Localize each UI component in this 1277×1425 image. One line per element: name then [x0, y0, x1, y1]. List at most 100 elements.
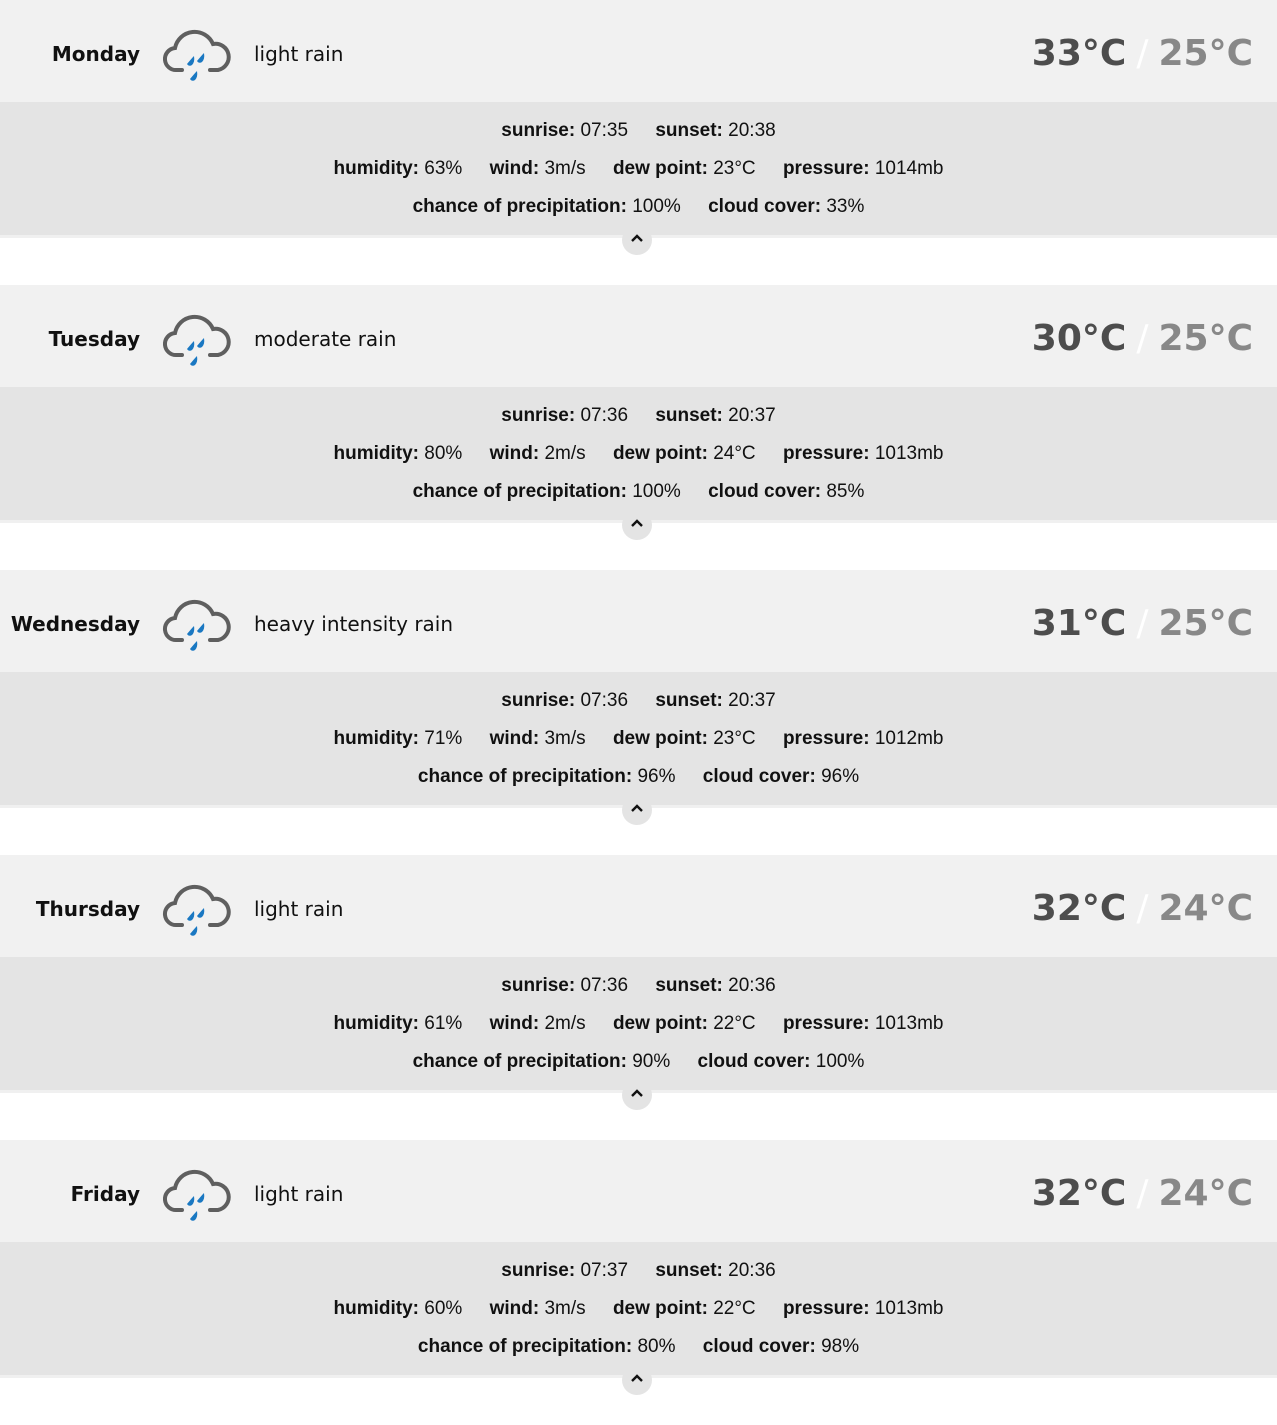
cloud-cover: cloud cover: 98%: [703, 1336, 859, 1358]
dew-point: dew point: 22°C: [613, 1298, 756, 1320]
sunrise: sunrise: 07:35: [501, 120, 628, 142]
dew-point: dew point: 22°C: [613, 1013, 756, 1035]
pressure-value: 1013mb: [874, 1013, 944, 1034]
wind-value: 3m/s: [544, 728, 586, 749]
day-forecast: Thursday light rain 32°C/24°C sunrise: 0…: [0, 855, 1277, 1140]
wind-value: 3m/s: [544, 1298, 586, 1319]
sunrise-value: 07:36: [580, 975, 629, 996]
pressure-label: pressure:: [782, 158, 870, 179]
collapse-details-button[interactable]: [622, 795, 652, 825]
precipitation: chance of precipitation: 100%: [413, 481, 681, 503]
sunset: sunset: 20:36: [655, 1260, 775, 1282]
pressure-value: 1014mb: [874, 158, 944, 179]
day-header[interactable]: Thursday light rain 32°C/24°C: [0, 855, 1277, 957]
day-name: Tuesday: [48, 327, 140, 351]
conditions-row: humidity: 63% wind: 3m/s dew point: 23°C…: [0, 158, 1277, 180]
low-temperature: 25°C: [1158, 318, 1253, 359]
pressure-label: pressure:: [782, 443, 870, 464]
dew-point-label: dew point:: [612, 1298, 708, 1319]
wind-value: 2m/s: [544, 443, 586, 464]
dew-point-value: 22°C: [713, 1013, 756, 1034]
pressure-label: pressure:: [782, 1013, 870, 1034]
wind: wind: 3m/s: [490, 728, 586, 750]
precipitation-label: chance of precipitation:: [412, 196, 627, 217]
sun-times-row: sunrise: 07:36 sunset: 20:36: [0, 975, 1277, 997]
weather-description: light rain: [254, 897, 344, 921]
precipitation-value: 100%: [632, 481, 681, 502]
cloud-rain-icon: [162, 314, 231, 366]
day-header[interactable]: Wednesday heavy intensity rain 31°C/25°C: [0, 570, 1277, 672]
cloud-cover-value: 100%: [815, 1051, 865, 1072]
precipitation: chance of precipitation: 96%: [418, 766, 676, 788]
pressure: pressure: 1014mb: [783, 158, 944, 180]
cloud-cover: cloud cover: 96%: [703, 766, 859, 788]
humidity-value: 71%: [424, 728, 463, 749]
high-temperature: 33°C: [1031, 33, 1127, 74]
sunset-label: sunset:: [655, 975, 723, 996]
humidity-value: 60%: [424, 1298, 463, 1319]
chevron-up-icon: [631, 1374, 643, 1382]
day-forecast: Monday light rain 33°C/25°C sunrise: 07:…: [0, 0, 1277, 285]
precipitation-label: chance of precipitation:: [412, 1051, 627, 1072]
humidity-label: humidity:: [333, 443, 419, 464]
high-temperature: 32°C: [1031, 888, 1127, 929]
sunset: sunset: 20:37: [655, 405, 775, 427]
conditions-row: humidity: 71% wind: 3m/s dew point: 23°C…: [0, 728, 1277, 750]
sun-times-row: sunrise: 07:35 sunset: 20:38: [0, 120, 1277, 142]
sunrise-value: 07:37: [580, 1260, 629, 1281]
sunset-label: sunset:: [655, 405, 723, 426]
sunset-label: sunset:: [655, 1260, 723, 1281]
temperature-separator: /: [1136, 603, 1149, 644]
cloud-cover-label: cloud cover:: [702, 766, 816, 787]
humidity-value: 80%: [424, 443, 463, 464]
collapse-details-button[interactable]: [622, 1365, 652, 1395]
day-name: Thursday: [35, 897, 140, 921]
wind-label: wind:: [489, 1298, 540, 1319]
sun-times-row: sunrise: 07:36 sunset: 20:37: [0, 690, 1277, 712]
day-name: Friday: [70, 1182, 140, 1206]
pressure: pressure: 1013mb: [783, 1298, 944, 1320]
sunrise: sunrise: 07:36: [501, 405, 628, 427]
sun-times-row: sunrise: 07:36 sunset: 20:37: [0, 405, 1277, 427]
cloud-cover-value: 98%: [821, 1336, 860, 1357]
precipitation: chance of precipitation: 90%: [413, 1051, 671, 1073]
conditions-row: humidity: 60% wind: 3m/s dew point: 22°C…: [0, 1298, 1277, 1320]
humidity: humidity: 63%: [333, 158, 462, 180]
sunrise: sunrise: 07:37: [501, 1260, 628, 1282]
humidity-label: humidity:: [333, 158, 419, 179]
precipitation: chance of precipitation: 80%: [418, 1336, 676, 1358]
temperature-range: 32°C/24°C: [1032, 855, 1253, 957]
collapse-details-button[interactable]: [622, 510, 652, 540]
temperature-range: 33°C/25°C: [1032, 0, 1253, 102]
dew-point-value: 24°C: [713, 443, 756, 464]
pressure-label: pressure:: [782, 728, 870, 749]
cloud-cover-label: cloud cover:: [708, 481, 822, 502]
day-header[interactable]: Friday light rain 32°C/24°C: [0, 1140, 1277, 1242]
pressure-label: pressure:: [782, 1298, 870, 1319]
precipitation-row: chance of precipitation: 96% cloud cover…: [0, 766, 1277, 788]
wind-label: wind:: [489, 158, 540, 179]
sunrise-label: sunrise:: [501, 690, 576, 711]
precipitation-value: 80%: [637, 1336, 676, 1357]
collapse-details-button[interactable]: [622, 1080, 652, 1110]
day-header[interactable]: Tuesday moderate rain 30°C/25°C: [0, 285, 1277, 387]
low-temperature: 25°C: [1158, 603, 1253, 644]
wind: wind: 2m/s: [490, 443, 586, 465]
pressure-value: 1013mb: [874, 443, 944, 464]
sunrise-value: 07:36: [580, 690, 629, 711]
forecast-list: Monday light rain 33°C/25°C sunrise: 07:…: [0, 0, 1277, 1425]
conditions-row: humidity: 61% wind: 2m/s dew point: 22°C…: [0, 1013, 1277, 1035]
day-details: sunrise: 07:35 sunset: 20:38 humidity: 6…: [0, 102, 1277, 238]
sunset-value: 20:36: [728, 975, 776, 996]
dew-point-value: 22°C: [713, 1298, 756, 1319]
collapse-details-button[interactable]: [622, 225, 652, 255]
precipitation-label: chance of precipitation:: [412, 481, 627, 502]
sunset-label: sunset:: [655, 120, 723, 141]
precipitation: chance of precipitation: 100%: [413, 196, 681, 218]
day-header[interactable]: Monday light rain 33°C/25°C: [0, 0, 1277, 102]
humidity-value: 61%: [424, 1013, 463, 1034]
cloud-cover-label: cloud cover:: [702, 1336, 816, 1357]
dew-point: dew point: 24°C: [613, 443, 756, 465]
cloud-rain-icon: [162, 1169, 231, 1221]
conditions-row: humidity: 80% wind: 2m/s dew point: 24°C…: [0, 443, 1277, 465]
